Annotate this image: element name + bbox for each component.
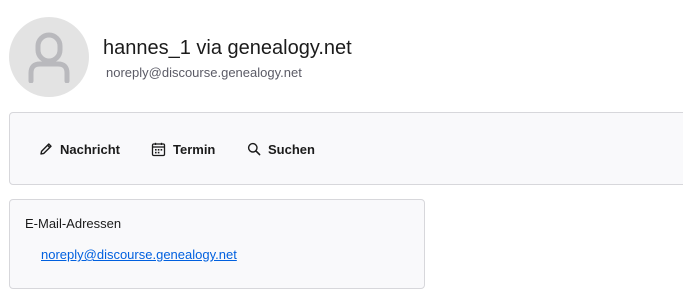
email-addresses-card: E-Mail-Adressen noreply@discourse.geneal…	[9, 199, 425, 289]
search-button[interactable]: Suchen	[247, 139, 315, 159]
person-silhouette-icon	[28, 32, 70, 83]
new-event-button[interactable]: Termin	[151, 139, 215, 159]
avatar	[9, 17, 89, 97]
contact-toolbar: Nachricht Termin Suchen	[9, 112, 683, 185]
email-address-link[interactable]: noreply@discourse.genealogy.net	[41, 247, 237, 263]
contact-name: hannes_1 via genealogy.net	[103, 37, 352, 59]
contact-email: noreply@discourse.genealogy.net	[106, 65, 302, 80]
calendar-icon	[151, 142, 166, 156]
pencil-icon	[40, 143, 52, 155]
email-addresses-title: E-Mail-Adressen	[25, 216, 122, 231]
search-label: Suchen	[268, 141, 315, 157]
new-event-label: Termin	[173, 141, 216, 157]
compose-message-button[interactable]: Nachricht	[39, 139, 120, 159]
compose-message-label: Nachricht	[60, 141, 120, 157]
search-icon	[247, 142, 261, 156]
